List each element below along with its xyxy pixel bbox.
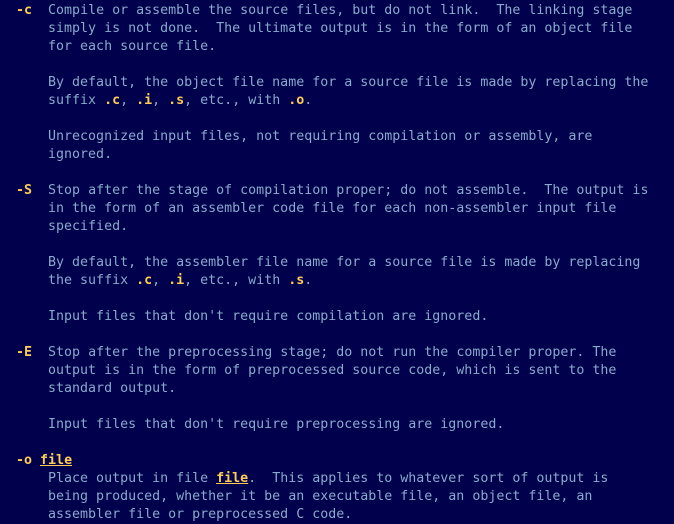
option-paragraph: -c Compile or assemble the source files,…	[8, 2, 666, 56]
blank-line	[8, 110, 666, 128]
option-flag: -o file	[8, 452, 666, 470]
blank-line	[8, 326, 666, 344]
option-paragraph: -S Stop after the stage of compilation p…	[8, 182, 666, 236]
option-paragraph: By default, the assembler file name for …	[8, 254, 666, 290]
option-paragraph: Input files that don't require compilati…	[8, 308, 666, 326]
blank-line	[8, 236, 666, 254]
blank-line	[8, 290, 666, 308]
option-paragraph: Unrecognized input files, not requiring …	[8, 128, 666, 164]
blank-line	[8, 164, 666, 182]
manpage-content: -c Compile or assemble the source files,…	[0, 0, 674, 524]
blank-line	[8, 434, 666, 452]
option-paragraph: Input files that don't require preproces…	[8, 416, 666, 434]
option-paragraph: -E Stop after the preprocessing stage; d…	[8, 344, 666, 398]
option-paragraph: Place output in file file. This applies …	[8, 470, 666, 524]
blank-line	[8, 398, 666, 416]
option-paragraph: By default, the object file name for a s…	[8, 74, 666, 110]
blank-line	[8, 56, 666, 74]
